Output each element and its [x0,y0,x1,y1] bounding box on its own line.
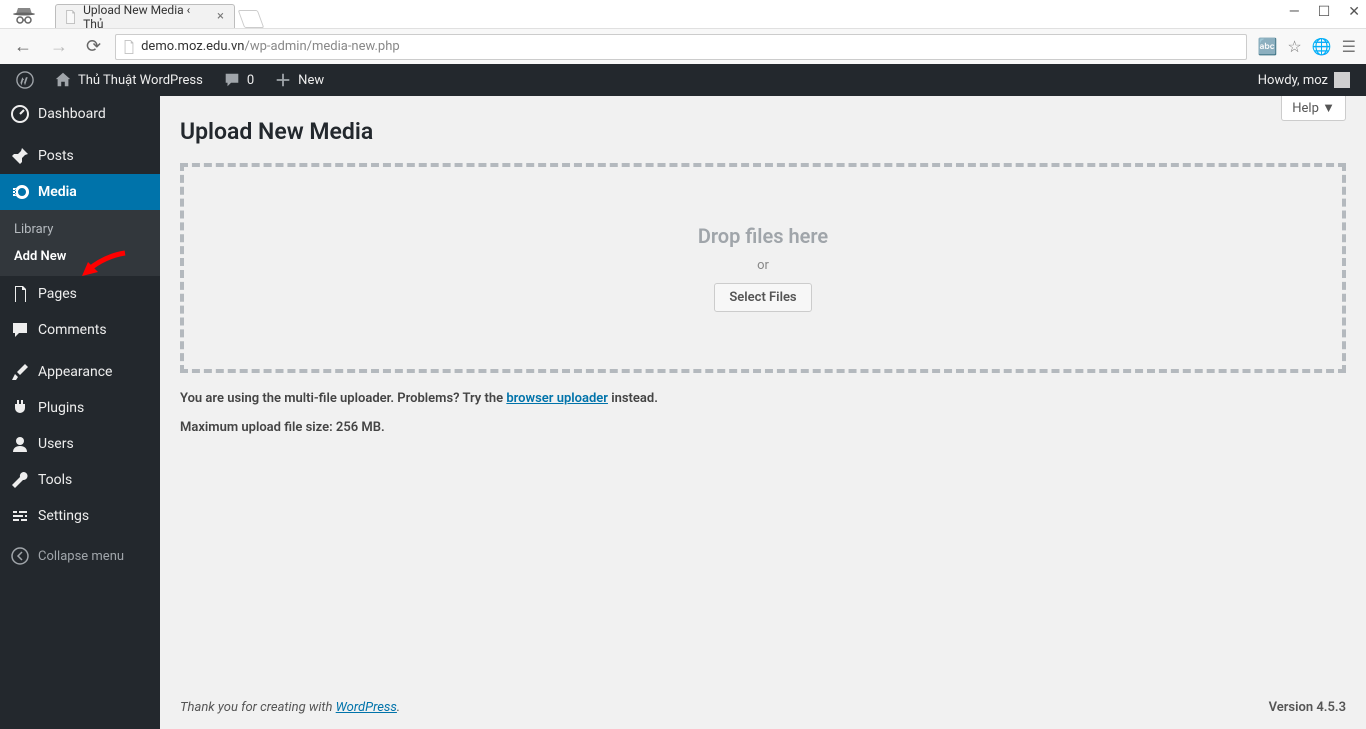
wp-adminbar: Thủ Thuật WordPress 0 New Howdy, moz [0,64,1366,96]
comments-link[interactable]: 0 [215,64,262,96]
new-link[interactable]: New [266,64,332,96]
maximize-icon[interactable]: ☐ [1318,4,1331,20]
close-window-icon[interactable]: ✕ [1348,4,1360,20]
page-icon [122,40,136,54]
brush-icon [10,362,30,382]
close-icon[interactable]: × [217,9,224,24]
drop-label: Drop files here [698,224,828,248]
collapse-menu[interactable]: Collapse menu [0,538,160,574]
new-label: New [298,73,324,88]
uploader-info: You are using the multi-file uploader. P… [180,391,1346,406]
comment-icon [223,71,241,89]
url-path: /wp-admin/media-new.php [244,39,399,54]
user-menu[interactable]: Howdy, moz [1250,64,1358,96]
plus-icon [274,71,292,89]
collapse-label: Collapse menu [38,549,124,564]
sidebar-item-pages[interactable]: Pages [0,276,160,312]
comment-icon [10,320,30,340]
user-icon [10,434,30,454]
sidebar-item-users[interactable]: Users [0,426,160,462]
tab-strip: Upload New Media ‹ Thủ × — ☐ ✕ [0,0,1366,28]
help-button[interactable]: Help ▼ [1281,96,1346,121]
site-name: Thủ Thuật WordPress [78,73,203,88]
sidebar-item-label: Posts [38,148,74,164]
sidebar-item-media[interactable]: Media [0,174,160,210]
toolbar: ← → ⟳ demo.moz.edu.vn/wp-admin/media-new… [0,28,1366,64]
new-tab-button[interactable] [238,10,265,28]
wp-footer: Thank you for creating with WordPress. V… [180,686,1346,729]
star-icon[interactable]: ☆ [1287,37,1301,56]
sidebar-item-label: Plugins [38,400,84,416]
chevron-down-icon: ▼ [1322,101,1335,116]
sidebar-item-tools[interactable]: Tools [0,462,160,498]
info-prefix: You are using the multi-file uploader. P… [180,391,506,406]
forward-button[interactable]: → [46,34,72,59]
sidebar-item-label: Settings [38,508,89,524]
dashboard-icon [10,104,30,124]
media-icon [10,182,30,202]
wrench-icon [10,470,30,490]
back-button[interactable]: ← [10,34,36,59]
sidebar-item-plugins[interactable]: Plugins [0,390,160,426]
sidebar-item-comments[interactable]: Comments [0,312,160,348]
wp-logo[interactable] [8,64,42,96]
wp-version: Version 4.5.3 [1269,700,1346,715]
plug-icon [10,398,30,418]
sidebar-item-posts[interactable]: Posts [0,138,160,174]
url-domain: demo.moz.edu.vn [141,39,244,54]
page-title: Upload New Media [180,118,1346,145]
avatar [1334,72,1350,88]
sidebar-item-label: Comments [38,322,107,338]
address-bar[interactable]: demo.moz.edu.vn/wp-admin/media-new.php [115,34,1247,60]
sliders-icon [10,506,30,526]
wordpress-link[interactable]: WordPress [336,700,397,715]
browser-chrome: Upload New Media ‹ Thủ × — ☐ ✕ ← → ⟳ dem… [0,0,1366,64]
sidebar-item-label: Tools [38,472,72,488]
main-content: Help ▼ Upload New Media Drop files here … [160,96,1366,729]
or-label: or [757,258,769,273]
howdy-text: Howdy, moz [1258,73,1328,88]
footer-dot: . [397,700,400,715]
sidebar-item-label: Appearance [38,364,112,380]
pin-icon [10,146,30,166]
page-icon [64,10,77,24]
window-controls: — ☐ ✕ [1289,4,1360,20]
sidebar-item-label: Users [38,436,74,452]
pages-icon [10,284,30,304]
menu-icon[interactable]: ☰ [1342,37,1356,56]
collapse-icon [10,546,30,566]
help-label: Help [1292,101,1319,116]
chrome-right-icons: 🔤 ☆ 🌐 ☰ [1257,37,1356,56]
tab-title: Upload New Media ‹ Thủ [83,3,205,31]
wordpress-icon [16,71,34,89]
sidebar-item-label: Media [38,184,77,200]
site-link[interactable]: Thủ Thuật WordPress [46,64,211,96]
sidebar-item-label: Pages [38,286,77,302]
submenu-add-new[interactable]: Add New [0,243,160,270]
translate-icon[interactable]: 🔤 [1257,37,1277,56]
home-icon [54,71,72,89]
incognito-icon [10,4,38,26]
admin-sidebar: Dashboard Posts Media Library Add New Pa… [0,96,160,729]
select-files-button[interactable]: Select Files [714,283,811,312]
globe-icon[interactable]: 🌐 [1312,37,1332,56]
reload-button[interactable]: ⟳ [82,34,105,59]
sidebar-item-dashboard[interactable]: Dashboard [0,96,160,132]
footer-thank: Thank you for creating with [180,700,336,715]
media-submenu: Library Add New [0,210,160,276]
comments-count: 0 [247,73,254,88]
upload-dropzone[interactable]: Drop files here or Select Files [180,163,1346,373]
browser-tab[interactable]: Upload New Media ‹ Thủ × [55,4,235,28]
sidebar-item-settings[interactable]: Settings [0,498,160,534]
sidebar-item-label: Dashboard [38,106,106,122]
max-upload-size: Maximum upload file size: 256 MB. [180,420,1346,435]
sidebar-item-appearance[interactable]: Appearance [0,354,160,390]
browser-uploader-link[interactable]: browser uploader [506,391,608,406]
minimize-icon[interactable]: — [1289,4,1300,20]
submenu-library[interactable]: Library [0,216,160,243]
wp-layout: Dashboard Posts Media Library Add New Pa… [0,96,1366,729]
info-suffix: instead. [608,391,658,406]
